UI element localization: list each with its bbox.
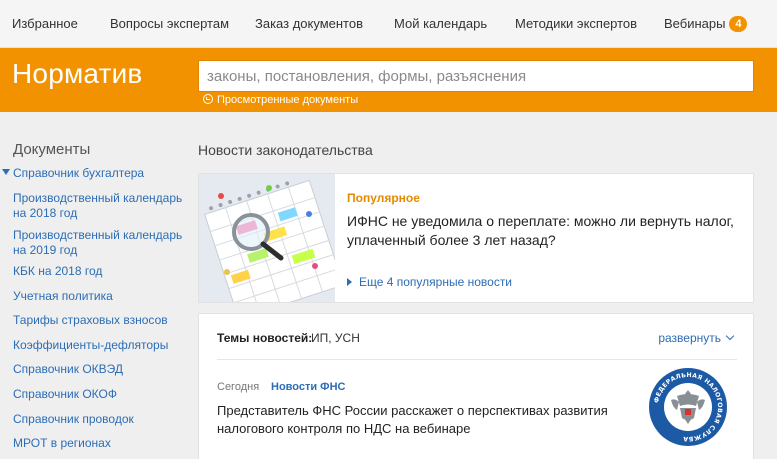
- news-date: Сегодня: [217, 381, 260, 393]
- chevron-down-icon: [725, 331, 735, 341]
- sidebar-title: Документы: [13, 141, 91, 158]
- caret-right-icon: [347, 278, 352, 286]
- header-bar: Норматив Просмотренные документы: [0, 48, 777, 112]
- more-popular-news-link[interactable]: Еще 4 популярные новости: [347, 275, 512, 289]
- sidebar-item-insurance-rates[interactable]: Тарифы страховых взносов: [13, 313, 183, 328]
- sidebar-item-calendar-2019[interactable]: Производственный календарь на 2019 год: [13, 228, 183, 258]
- sidebar-item-kbk-2018[interactable]: КБК на 2018 год: [13, 264, 183, 279]
- popular-label: Популярное: [347, 191, 420, 205]
- news-feed-card: Темы новостей: ИП, УСН развернуть Сегодн…: [198, 313, 754, 459]
- sidebar-item-calendar-2018[interactable]: Производственный календарь на 2018 год: [13, 191, 183, 221]
- nav-favorites[interactable]: Избранное: [12, 16, 78, 31]
- sidebar-item-deflators[interactable]: Коэффициенты-дефляторы: [13, 338, 183, 353]
- search-input[interactable]: [198, 60, 754, 92]
- webinars-count-badge: 4: [729, 16, 748, 32]
- popular-news-card: Популярное ИФНС не уведомила о переплате…: [198, 173, 754, 303]
- expand-topics-label: развернуть: [658, 331, 721, 345]
- expand-triangle-icon[interactable]: [2, 169, 10, 175]
- top-nav: Избранное Вопросы экспертам Заказ докуме…: [0, 0, 777, 48]
- sidebar-item-accounting-policy[interactable]: Учетная политика: [13, 289, 183, 304]
- magnifier-notebook-illustration: [199, 174, 335, 302]
- expand-topics-button[interactable]: развернуть: [658, 331, 735, 345]
- nav-webinars-label: Вебинары: [664, 16, 726, 31]
- history-icon: [203, 94, 213, 104]
- sidebar-item-mrot-regions[interactable]: МРОТ в регионах: [13, 436, 183, 451]
- fns-emblem-logo: ФЕДЕРАЛЬНАЯ НАЛОГОВАЯ СЛУЖБА: [649, 368, 727, 446]
- sidebar-item-okof[interactable]: Справочник ОКОФ: [13, 387, 183, 402]
- sidebar-item-accountant-reference[interactable]: Справочник бухгалтера: [13, 166, 183, 181]
- nav-expert-methods[interactable]: Методики экспертов: [515, 16, 637, 31]
- news-category-link[interactable]: Новости ФНС: [271, 381, 345, 393]
- legislation-news-title: Новости законодательства: [198, 142, 373, 158]
- popular-news-headline[interactable]: ИФНС не уведомила о переплате: можно ли …: [347, 212, 742, 250]
- nav-expert-questions[interactable]: Вопросы экспертам: [110, 16, 229, 31]
- nav-my-calendar[interactable]: Мой календарь: [394, 16, 487, 31]
- topics-value: ИП, УСН: [311, 331, 360, 345]
- more-popular-news-label: Еще 4 популярные новости: [359, 275, 513, 289]
- divider: [217, 359, 737, 360]
- sidebar-item-okved[interactable]: Справочник ОКВЭД: [13, 362, 183, 377]
- site-logo[interactable]: Норматив: [12, 58, 143, 90]
- nav-order-documents[interactable]: Заказ документов: [255, 16, 363, 31]
- nav-webinars[interactable]: Вебинары 4: [664, 16, 748, 32]
- news-thumbnail-image: [199, 174, 335, 302]
- viewed-documents-label: Просмотренные документы: [217, 94, 359, 106]
- news-headline[interactable]: Представитель ФНС России расскажет о пер…: [217, 402, 637, 438]
- viewed-documents-link[interactable]: Просмотренные документы: [203, 94, 358, 106]
- sidebar-item-postings[interactable]: Справочник проводок: [13, 412, 183, 427]
- topics-label: Темы новостей:: [217, 331, 313, 345]
